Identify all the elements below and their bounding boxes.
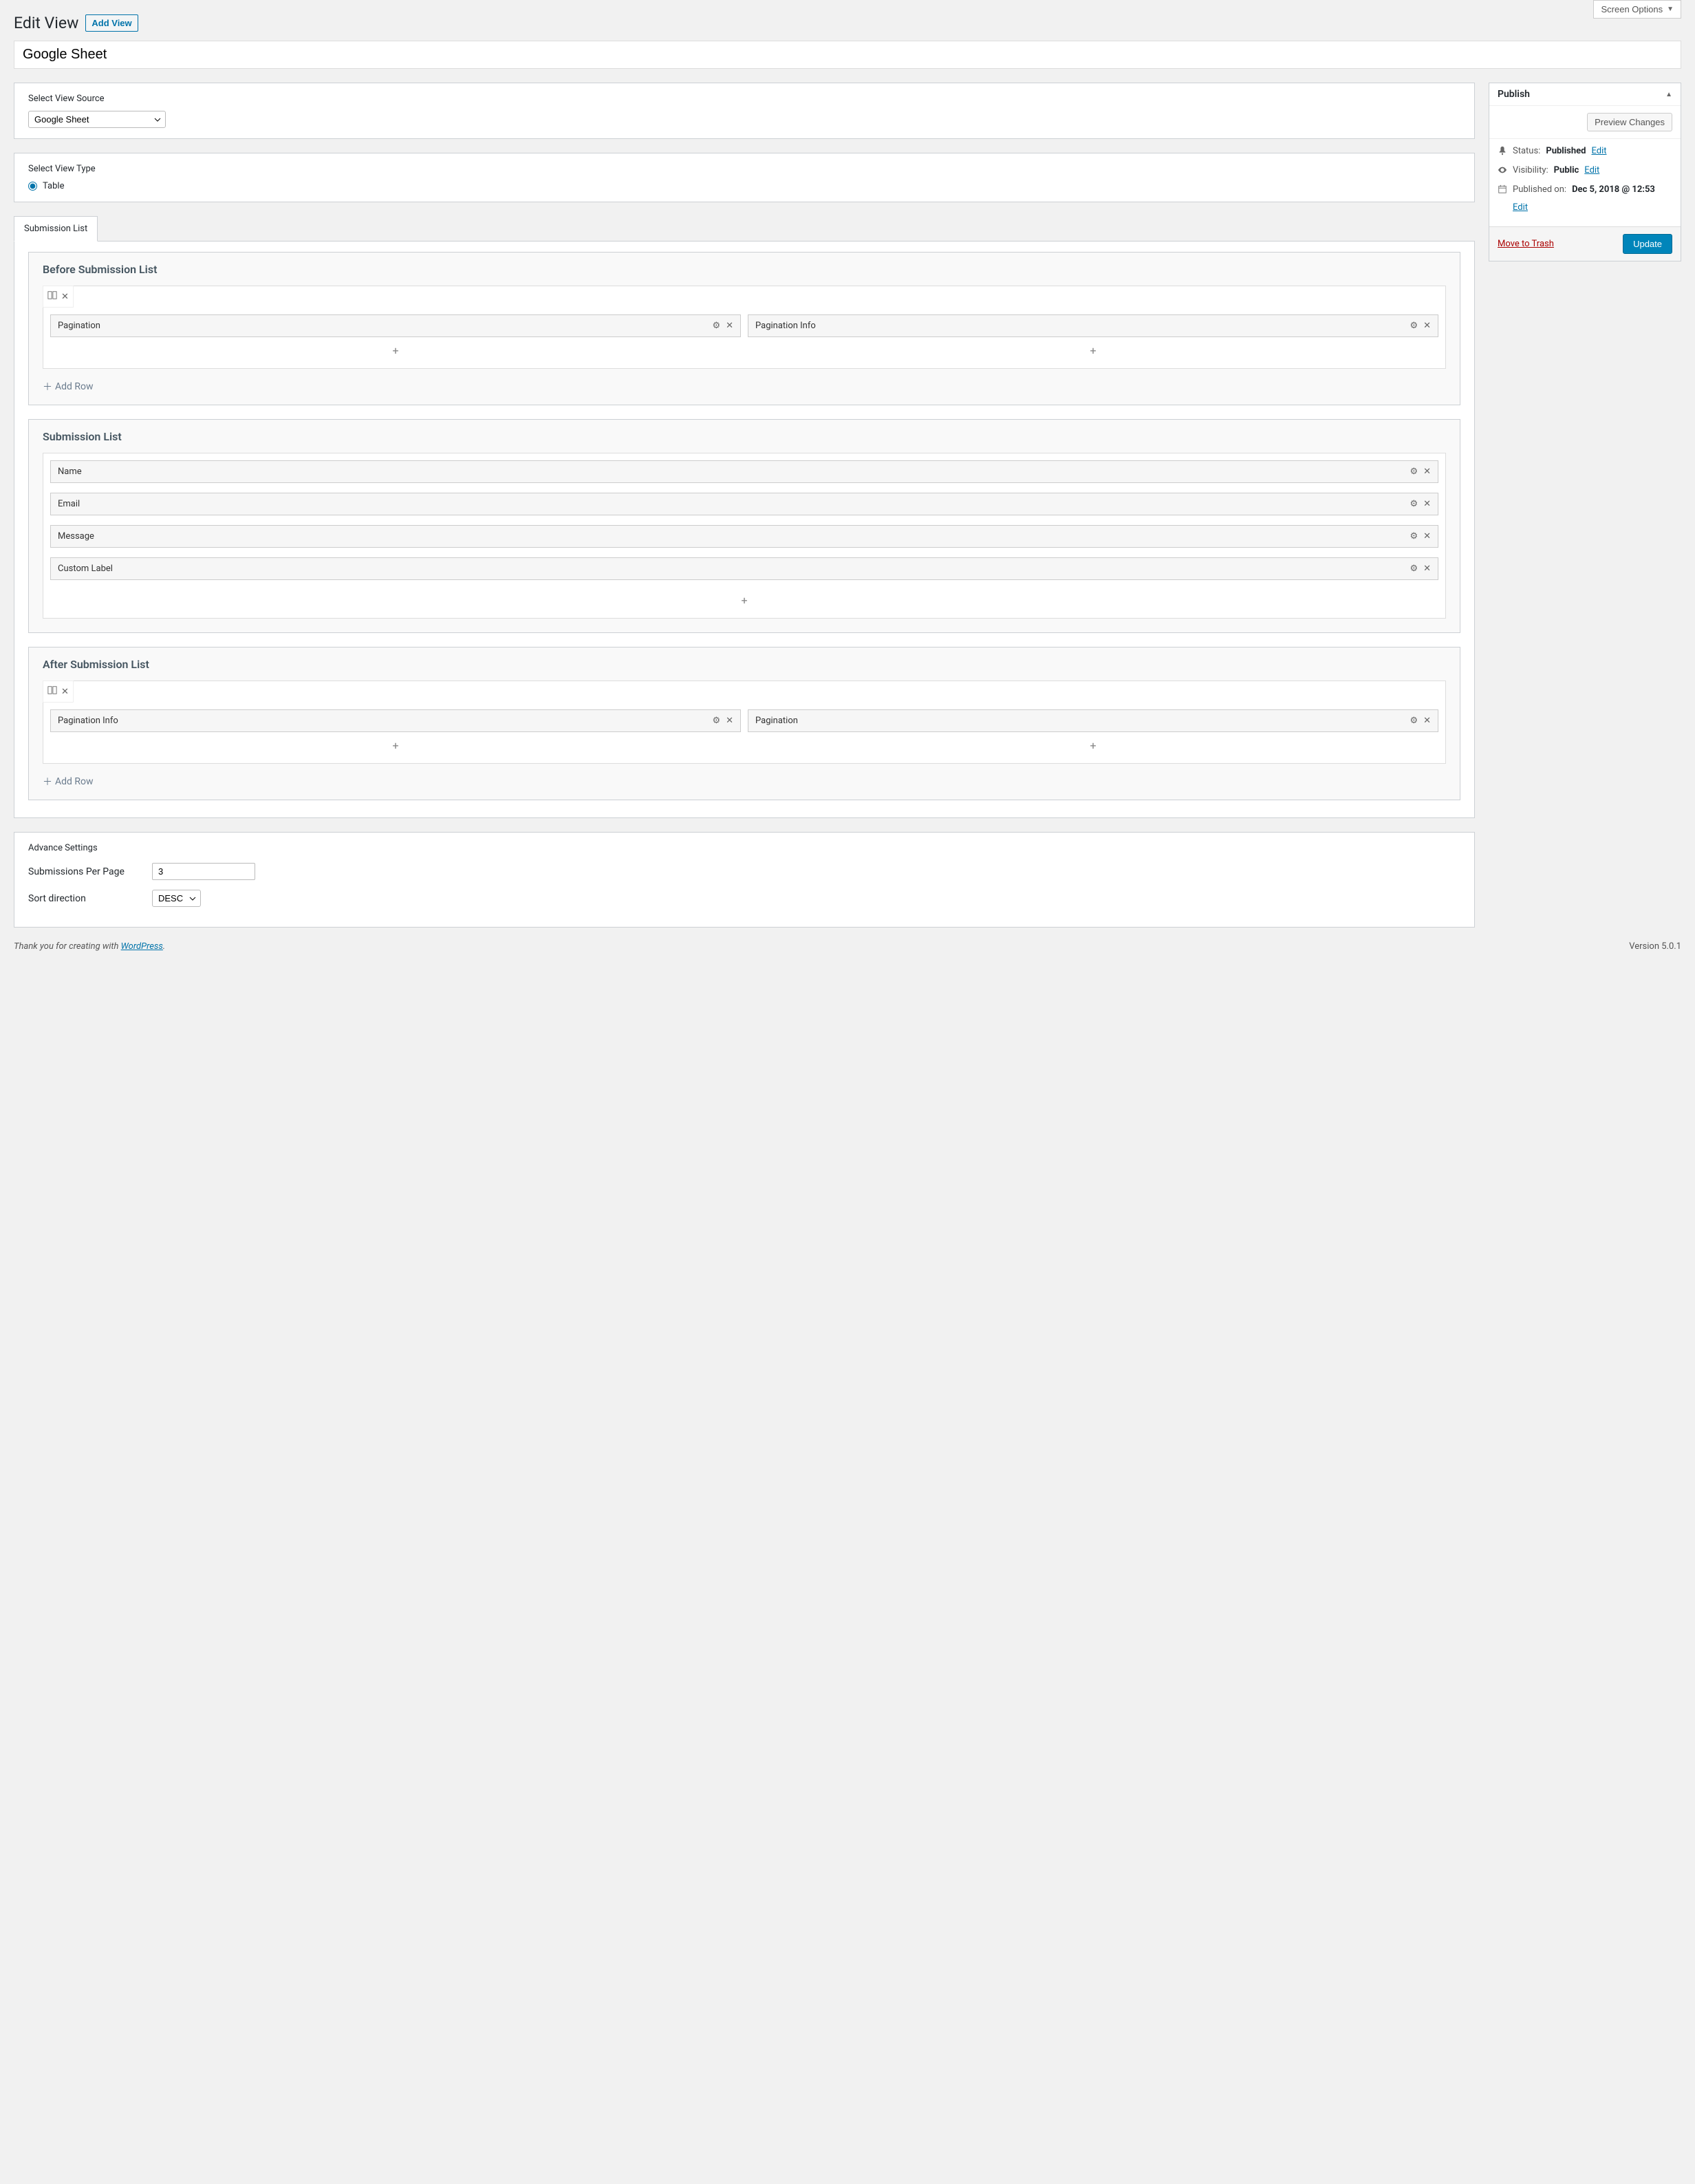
per-page-input[interactable] — [152, 863, 255, 880]
sort-direction-label: Sort direction — [28, 893, 152, 904]
edit-date-link[interactable]: Edit — [1513, 202, 1672, 213]
gear-icon[interactable]: ⚙ — [712, 321, 720, 331]
status-label: Status: — [1513, 146, 1540, 156]
columns-icon[interactable] — [47, 290, 57, 303]
add-widget-button[interactable]: + — [50, 590, 1438, 611]
wordpress-link[interactable]: WordPress — [121, 941, 163, 952]
before-heading: Before Submission List — [43, 263, 1446, 276]
close-icon[interactable]: ✕ — [1423, 321, 1431, 331]
view-source-select[interactable]: Google Sheet — [28, 111, 166, 128]
gear-icon[interactable]: ⚙ — [1410, 716, 1418, 726]
add-widget-button[interactable]: + — [50, 735, 741, 756]
close-icon[interactable]: ✕ — [1423, 499, 1431, 509]
widget-label: Message — [58, 531, 94, 542]
before-submission-section: Before Submission List ✕ Pagination — [28, 252, 1460, 405]
edit-visibility-link[interactable]: Edit — [1584, 165, 1599, 175]
columns-icon[interactable] — [47, 685, 57, 698]
publish-title: Publish — [1498, 89, 1530, 100]
widget-label: Pagination Info — [755, 321, 816, 331]
edit-status-link[interactable]: Edit — [1591, 146, 1606, 156]
view-type-radio-table[interactable] — [28, 182, 37, 191]
published-value: Dec 5, 2018 @ 12:53 — [1572, 184, 1655, 195]
after-submission-section: After Submission List ✕ Pagination Info — [28, 647, 1460, 800]
widget-pagination-info[interactable]: Pagination Info ⚙ ✕ — [748, 314, 1438, 337]
plus-icon: ＋ — [43, 775, 52, 789]
advance-heading: Advance Settings — [28, 843, 1460, 853]
close-icon[interactable]: ✕ — [1423, 467, 1431, 477]
page-title: Edit View — [14, 14, 78, 32]
preview-changes-button[interactable]: Preview Changes — [1587, 113, 1672, 131]
screen-options-label: Screen Options — [1601, 4, 1663, 14]
gear-icon[interactable]: ⚙ — [1410, 467, 1418, 477]
version-label: Version 5.0.1 — [1629, 941, 1681, 952]
widget-pagination-info[interactable]: Pagination Info ⚙ ✕ — [50, 709, 741, 732]
submission-list-section: Submission List Name ⚙ ✕ Email ⚙ ✕ — [28, 419, 1460, 633]
plus-icon: ＋ — [43, 380, 52, 394]
footer-thanks: Thank you for creating with — [14, 941, 121, 952]
add-view-button[interactable]: Add View — [85, 14, 138, 32]
published-label: Published on: — [1513, 184, 1566, 195]
close-icon[interactable]: ✕ — [1423, 531, 1431, 542]
status-value: Published — [1546, 146, 1586, 156]
close-icon[interactable]: ✕ — [61, 292, 69, 302]
widget-label: Pagination — [58, 321, 100, 331]
widget-label: Name — [58, 467, 82, 477]
move-to-trash-link[interactable]: Move to Trash — [1498, 239, 1554, 249]
tab-submission-list[interactable]: Submission List — [14, 216, 98, 242]
gear-icon[interactable]: ⚙ — [1410, 531, 1418, 542]
view-type-label: Select View Type — [28, 164, 1460, 174]
list-heading: Submission List — [43, 430, 1446, 443]
view-type-panel: Select View Type Table — [14, 153, 1475, 202]
pin-icon — [1498, 146, 1507, 158]
close-icon[interactable]: ✕ — [61, 687, 69, 697]
view-source-label: Select View Source — [28, 94, 1460, 104]
publish-box: Publish ▲ Preview Changes Status: Publis… — [1489, 83, 1681, 261]
widget-message[interactable]: Message ⚙ ✕ — [50, 525, 1438, 548]
visibility-value: Public — [1554, 165, 1579, 175]
add-widget-button[interactable]: + — [50, 340, 741, 361]
gear-icon[interactable]: ⚙ — [1410, 321, 1418, 331]
calendar-icon — [1498, 184, 1507, 197]
add-widget-button[interactable]: + — [748, 340, 1438, 361]
widget-label: Pagination Info — [58, 716, 118, 726]
widget-custom-label[interactable]: Custom Label ⚙ ✕ — [50, 557, 1438, 580]
widget-pagination[interactable]: Pagination ⚙ ✕ — [748, 709, 1438, 732]
update-button[interactable]: Update — [1623, 234, 1672, 254]
widget-label: Pagination — [755, 716, 798, 726]
visibility-label: Visibility: — [1513, 165, 1548, 175]
add-row-button[interactable]: ＋ Add Row — [43, 376, 1446, 398]
chevron-up-icon[interactable]: ▲ — [1665, 91, 1672, 98]
close-icon[interactable]: ✕ — [1423, 564, 1431, 574]
chevron-down-icon: ▼ — [1667, 6, 1674, 13]
after-heading: After Submission List — [43, 658, 1446, 671]
add-widget-button[interactable]: + — [748, 735, 1438, 756]
close-icon[interactable]: ✕ — [1423, 716, 1431, 726]
widget-name[interactable]: Name ⚙ ✕ — [50, 460, 1438, 483]
close-icon[interactable]: ✕ — [726, 716, 733, 726]
widget-pagination[interactable]: Pagination ⚙ ✕ — [50, 314, 741, 337]
add-row-button[interactable]: ＋ Add Row — [43, 771, 1446, 793]
gear-icon[interactable]: ⚙ — [1410, 564, 1418, 574]
gear-icon[interactable]: ⚙ — [712, 716, 720, 726]
widget-label: Email — [58, 499, 80, 509]
widget-email[interactable]: Email ⚙ ✕ — [50, 493, 1438, 515]
view-source-panel: Select View Source Google Sheet — [14, 83, 1475, 139]
view-title-input[interactable] — [14, 41, 1681, 69]
close-icon[interactable]: ✕ — [726, 321, 733, 331]
eye-icon — [1498, 165, 1507, 178]
view-type-option-label: Table — [43, 181, 64, 191]
gear-icon[interactable]: ⚙ — [1410, 499, 1418, 509]
advance-settings-panel: Advance Settings Submissions Per Page So… — [14, 832, 1475, 928]
screen-options-button[interactable]: Screen Options ▼ — [1593, 0, 1681, 19]
sort-direction-select[interactable]: DESC — [152, 890, 201, 907]
per-page-label: Submissions Per Page — [28, 866, 152, 877]
widget-label: Custom Label — [58, 564, 113, 574]
